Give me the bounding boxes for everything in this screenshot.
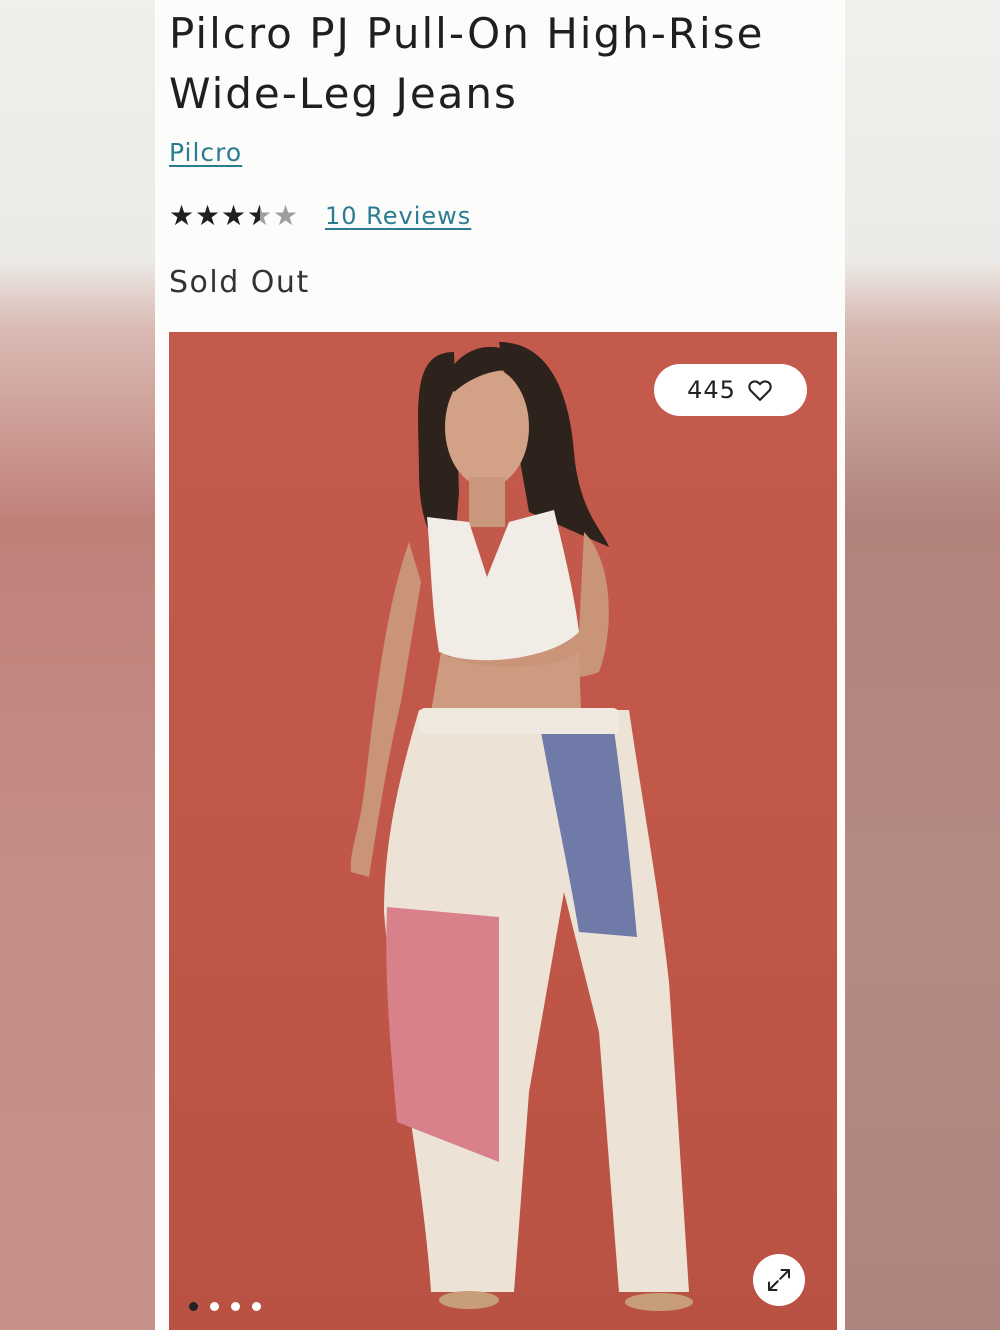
blurred-right-background <box>845 0 1000 1330</box>
half-star-icon: ★ ★ <box>247 199 273 232</box>
reviews-link[interactable]: 10 Reviews <box>325 202 471 230</box>
pagination-dot[interactable] <box>189 1302 198 1311</box>
expand-button[interactable] <box>753 1254 805 1306</box>
expand-icon <box>768 1269 790 1291</box>
star-icon: ★ <box>195 199 221 232</box>
model-illustration <box>350 342 693 1311</box>
rating-row: ★ ★ ★ ★ ★ ★ 10 Reviews <box>169 198 471 234</box>
stock-status: Sold Out <box>169 265 310 300</box>
pagination-dot[interactable] <box>252 1302 261 1311</box>
empty-star-icon: ★ <box>273 199 299 232</box>
product-panel: Pilcro PJ Pull-On High-Rise Wide-Leg Jea… <box>155 0 845 1330</box>
heart-icon <box>748 380 772 401</box>
pagination-dot[interactable] <box>231 1302 240 1311</box>
like-count: 445 <box>687 376 736 404</box>
star-rating: ★ ★ ★ ★ ★ ★ <box>169 201 303 231</box>
blurred-left-background <box>0 0 155 1330</box>
like-button[interactable]: 445 <box>654 364 807 416</box>
product-image[interactable]: 445 <box>169 332 837 1330</box>
product-title: Pilcro PJ Pull-On High-Rise Wide-Leg Jea… <box>169 9 765 118</box>
star-icon: ★ <box>221 199 247 232</box>
star-icon: ★ <box>169 199 195 232</box>
pagination-dot[interactable] <box>210 1302 219 1311</box>
brand-link[interactable]: Pilcro <box>169 138 242 167</box>
gallery-pagination <box>189 1302 261 1311</box>
